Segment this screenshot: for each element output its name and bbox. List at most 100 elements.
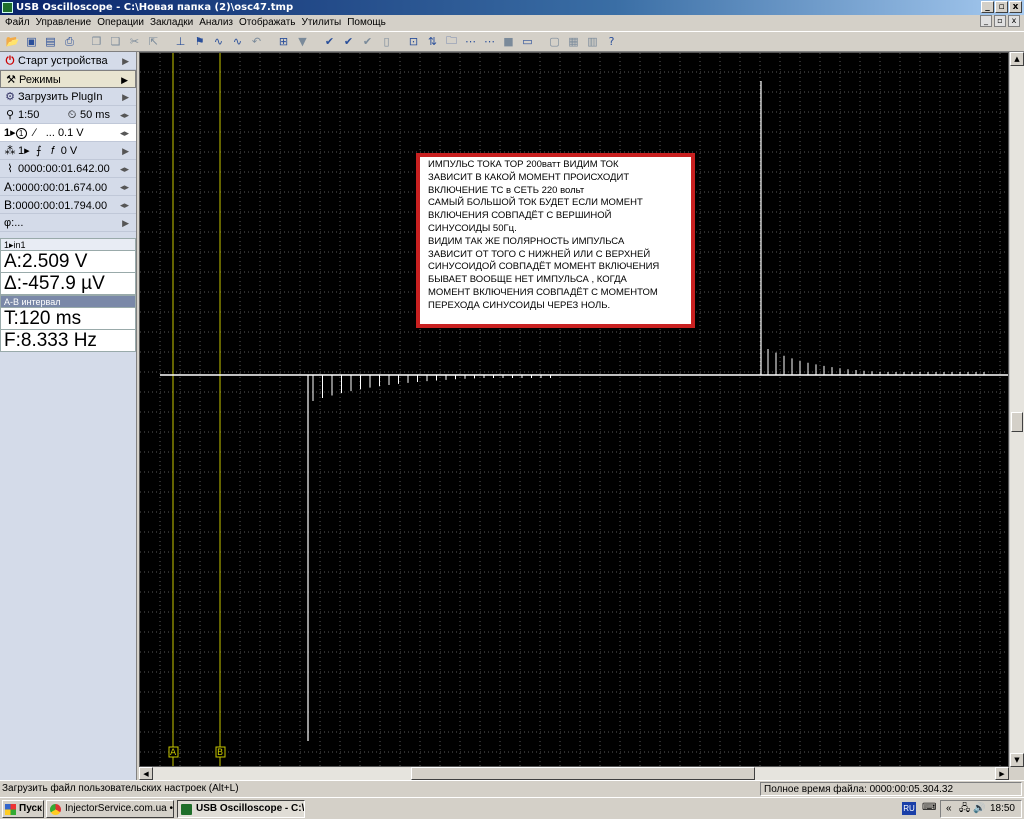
folder-settings-icon[interactable]: 🗀 xyxy=(443,34,460,50)
cut-icon[interactable]: ✂ xyxy=(126,34,143,50)
trigger-row[interactable]: ⁂ 1▸ ⨍ 𝑓 0 V ▶ xyxy=(0,142,136,160)
filter-icon[interactable]: ▼ xyxy=(294,34,311,50)
tray-expand-icon[interactable]: « xyxy=(946,801,952,817)
taskbar: Пуск InjectorService.com.ua • настрое...… xyxy=(0,797,1024,819)
menu-help[interactable]: Помощь xyxy=(344,15,389,30)
document-icon[interactable]: ▯ xyxy=(378,34,395,50)
paste-icon[interactable]: ❏ xyxy=(107,34,124,50)
open-folder-icon[interactable]: 📂 xyxy=(4,34,21,50)
language-indicator[interactable]: RU xyxy=(902,802,916,815)
load-plugin-item[interactable]: ⚙ Загрузить PlugIn ▶ xyxy=(0,88,136,106)
trigger-time-row[interactable]: ⌇ 0000:00:01.642.00 ◂▸ xyxy=(0,160,136,178)
start-device-label: Старт устройства xyxy=(18,55,108,67)
timebase-icon: ⏲ xyxy=(67,109,77,121)
export-icon[interactable]: ⇱ xyxy=(145,34,162,50)
windows-logo-icon xyxy=(5,804,16,815)
trigger-time: 0000:00:01.642.00 xyxy=(18,163,110,175)
tile-icon[interactable]: ▦ xyxy=(565,34,582,50)
wave-dropdown-icon[interactable]: ∿ xyxy=(229,34,246,50)
stepper-icon[interactable]: ◂▸ xyxy=(120,196,129,214)
menu-display[interactable]: Отображать xyxy=(236,15,298,30)
help-icon[interactable]: ? xyxy=(603,34,620,50)
mdi-minimize-button[interactable]: _ xyxy=(980,15,992,27)
trigger-arrow-icon: ▸ xyxy=(24,145,30,157)
note-line: ЗАВИСИТ В КАКОЙ МОМЕНТ ПРОИСХОДИТ xyxy=(428,171,630,183)
horizontal-scrollbar[interactable]: ◀ ▶ xyxy=(139,767,1009,780)
stepper-icon[interactable]: ◂▸ xyxy=(120,160,129,178)
mdi-controls: _ ▫ x xyxy=(980,15,1020,27)
timebase-value[interactable]: 50 ms xyxy=(80,106,110,124)
taskbar-browser-task[interactable]: InjectorService.com.ua • настрое... xyxy=(46,800,174,818)
menu-utilities[interactable]: Утилиты xyxy=(299,15,345,30)
undo-icon[interactable]: ↶ xyxy=(248,34,265,50)
maximize-button[interactable]: ▫ xyxy=(995,1,1008,13)
menu-file[interactable]: Файл xyxy=(2,15,33,30)
load-plugin-label: Загрузить PlugIn xyxy=(18,91,103,103)
check-all-icon[interactable]: ✔ xyxy=(340,34,357,50)
keyboard-icon[interactable]: ⌨ xyxy=(922,802,936,815)
menu-analysis[interactable]: Анализ xyxy=(196,15,236,30)
scroll-up-button[interactable]: ▲ xyxy=(1010,52,1024,66)
note-line: ВКЛЮЧЕНИЯ СОВПАДЁТ С ВЕРШИНОЙ xyxy=(428,210,612,222)
annotation-note[interactable]: ИМПУЛЬС ТОКА ТОР 200ватт ВИДИМ ТОК ЗАВИС… xyxy=(416,153,695,328)
channel-icon: 1 xyxy=(15,128,27,139)
interval-frequency: F:8.333 Hz xyxy=(0,330,136,352)
stepper-icon[interactable]: ◂▸ xyxy=(120,178,129,196)
level-icon: 𝑓 xyxy=(51,145,55,157)
title-bar: USB Oscilloscope - C:\Новая папка (2)\os… xyxy=(0,0,1024,15)
cursor-b-row[interactable]: B:0000:00:01.794.00 ◂▸ xyxy=(0,196,136,214)
marker-icon[interactable]: ⚑ xyxy=(191,34,208,50)
taskbar-oscilloscope-task[interactable]: USB Oscilloscope - C:\... xyxy=(177,800,305,818)
cursor-a-row[interactable]: A:0000:00:01.674.00 ◂▸ xyxy=(0,178,136,196)
save-as-icon[interactable]: ▤ xyxy=(42,34,59,50)
cursor-icon[interactable]: ⊥ xyxy=(172,34,189,50)
menu-control[interactable]: Управление xyxy=(33,15,95,30)
record-stop-icon[interactable]: ⋯ xyxy=(481,34,498,50)
record-icon[interactable]: ⋯ xyxy=(462,34,479,50)
scroll-down-button[interactable]: ▼ xyxy=(1010,753,1024,767)
start-button[interactable]: Пуск xyxy=(2,800,44,818)
volume-icon[interactable]: 🔊 xyxy=(973,801,985,817)
app-icon xyxy=(2,2,13,13)
zoom-value[interactable]: 1:50 xyxy=(18,109,39,121)
window-icon[interactable]: ▢ xyxy=(546,34,563,50)
menu-operations[interactable]: Операции xyxy=(94,15,147,30)
mdi-restore-button[interactable]: ▫ xyxy=(994,15,1006,27)
check-icon[interactable]: ✔ xyxy=(321,34,338,50)
horizontal-scroll-thumb[interactable] xyxy=(411,767,755,780)
channel-measure-box: 1▸in1 A:2.509 V Δ:-457.9 µV xyxy=(0,238,136,295)
close-button[interactable]: x xyxy=(1009,1,1022,13)
vertical-scroll-thumb[interactable] xyxy=(1011,412,1023,432)
network-icon[interactable]: 🖧 xyxy=(959,801,970,817)
channel-row[interactable]: 1▸ 1 ∕ ... 0.1 V ◂▸ xyxy=(0,124,136,142)
print-icon[interactable]: ⎙ xyxy=(61,34,78,50)
modes-item[interactable]: ⚒ Режимы ▶ xyxy=(0,70,136,88)
save-icon[interactable]: ▣ xyxy=(23,34,40,50)
vertical-scrollbar[interactable]: ▲ ▼ xyxy=(1009,52,1024,767)
clock: 18:50 xyxy=(989,803,1015,814)
minimize-button[interactable]: _ xyxy=(981,1,994,13)
mdi-close-button[interactable]: x xyxy=(1008,15,1020,27)
stop-icon[interactable]: ■ xyxy=(500,34,517,50)
oscilloscope-screen[interactable]: A B ИМПУЛЬС ТОКА ТОР 200ватт ВИДИМ ТОК ЗА… xyxy=(139,52,1009,767)
wave-icon[interactable]: ∿ xyxy=(210,34,227,50)
scroll-left-button[interactable]: ◀ xyxy=(139,767,153,780)
grid-icon[interactable]: ⊞ xyxy=(275,34,292,50)
menu-bookmarks[interactable]: Закладки xyxy=(147,15,196,30)
zoom-fit-icon[interactable]: ⊡ xyxy=(405,34,422,50)
monitor-icon[interactable]: ▭ xyxy=(519,34,536,50)
cascade-icon[interactable]: ▥ xyxy=(584,34,601,50)
check-gray-icon[interactable]: ✔ xyxy=(359,34,376,50)
start-device-item[interactable]: ⏻ Старт устройства ▶ xyxy=(0,52,136,70)
edge-icon: ⨍ xyxy=(35,145,42,157)
control-panel: ⏻ Старт устройства ▶ ⚒ Режимы ▶ ⚙ Загрузить P… xyxy=(0,52,137,780)
phase-row[interactable]: φ:... ▶ xyxy=(0,214,136,232)
copy-icon[interactable]: ❐ xyxy=(88,34,105,50)
scale-icon[interactable]: ⇅ xyxy=(424,34,441,50)
channel-volts: ... 0.1 V xyxy=(45,127,84,139)
power-icon: ⏻ xyxy=(5,55,15,67)
stepper-icon[interactable]: ◂▸ xyxy=(120,124,129,142)
start-label: Пуск xyxy=(19,803,43,814)
stepper-icon[interactable]: ◂▸ xyxy=(120,106,129,124)
scroll-right-button[interactable]: ▶ xyxy=(995,767,1009,780)
